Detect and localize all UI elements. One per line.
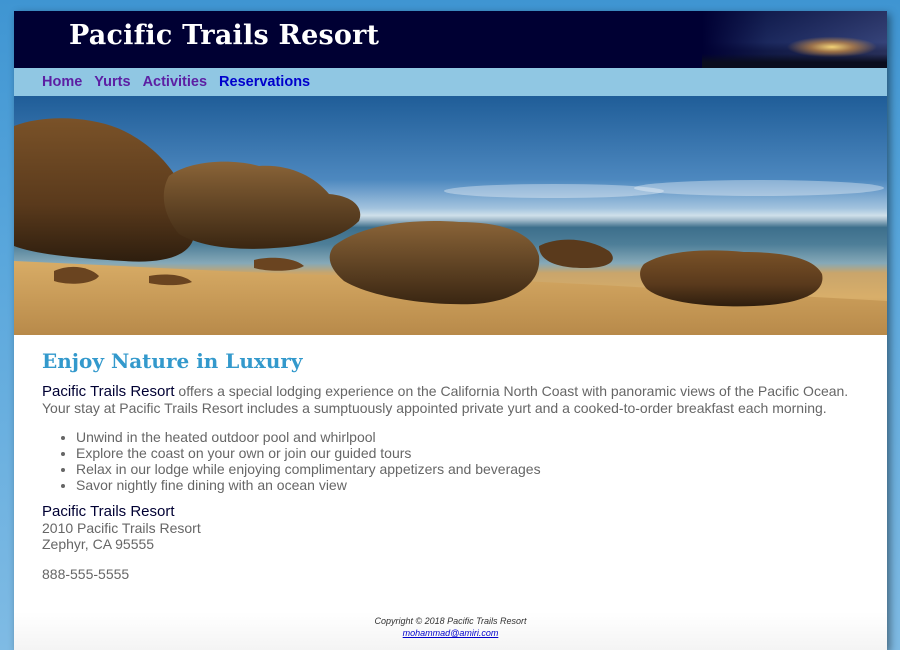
contact-phone: 888-555-5555	[42, 566, 130, 582]
contact-name: Pacific Trails Resort	[42, 503, 175, 520]
page-heading: Enjoy Nature in Luxury	[42, 349, 303, 373]
list-item: Unwind in the heated outdoor pool and wh…	[76, 429, 859, 445]
nav-home-link[interactable]: Home	[42, 74, 82, 90]
nav-reservations-link[interactable]: Reservations	[219, 74, 310, 90]
contact-info: Pacific Trails Resort 2010 Pacific Trail…	[42, 503, 859, 582]
copyright-text: Copyright © 2018 Pacific Trails Resort	[374, 616, 527, 626]
nav-activities-link[interactable]: Activities	[143, 74, 207, 90]
site-footer: Copyright © 2018 Pacific Trails Resort m…	[14, 612, 887, 650]
features-list: Unwind in the heated outdoor pool and wh…	[42, 429, 859, 493]
hero-rock-small	[539, 239, 613, 268]
list-item: Explore the coast on your own or join ou…	[76, 445, 859, 461]
hero-beach-image	[14, 96, 887, 335]
sunset-ridge-silhouette	[702, 54, 887, 68]
hero-rock-right	[640, 250, 823, 307]
contact-street: 2010 Pacific Trails Resort	[42, 520, 201, 536]
hero-rock-middle	[163, 161, 361, 249]
contact-city: Zephyr, CA 95555	[42, 536, 155, 552]
site-header: Pacific Trails Resort	[14, 11, 887, 68]
page-wrapper: Pacific Trails Resort Home Yurts Activit…	[14, 11, 887, 650]
hero-pebble	[254, 257, 304, 271]
intro-paragraph: Pacific Trails Resort offers a special l…	[42, 383, 859, 417]
nav-yurts-link[interactable]: Yurts	[94, 74, 130, 90]
list-item: Savor nightly fine dining with an ocean …	[76, 477, 859, 493]
list-item: Relax in our lodge while enjoying compli…	[76, 461, 859, 477]
hero-rocks-illustration	[14, 118, 887, 335]
main-content: Enjoy Nature in Luxury Pacific Trails Re…	[14, 349, 887, 582]
site-title: Pacific Trails Resort	[69, 20, 380, 51]
footer-email-link[interactable]: mohammad@amiri.com	[14, 628, 887, 638]
resort-name-highlight: Pacific Trails Resort	[42, 383, 175, 400]
main-nav: Home Yurts Activities Reservations	[14, 68, 887, 96]
